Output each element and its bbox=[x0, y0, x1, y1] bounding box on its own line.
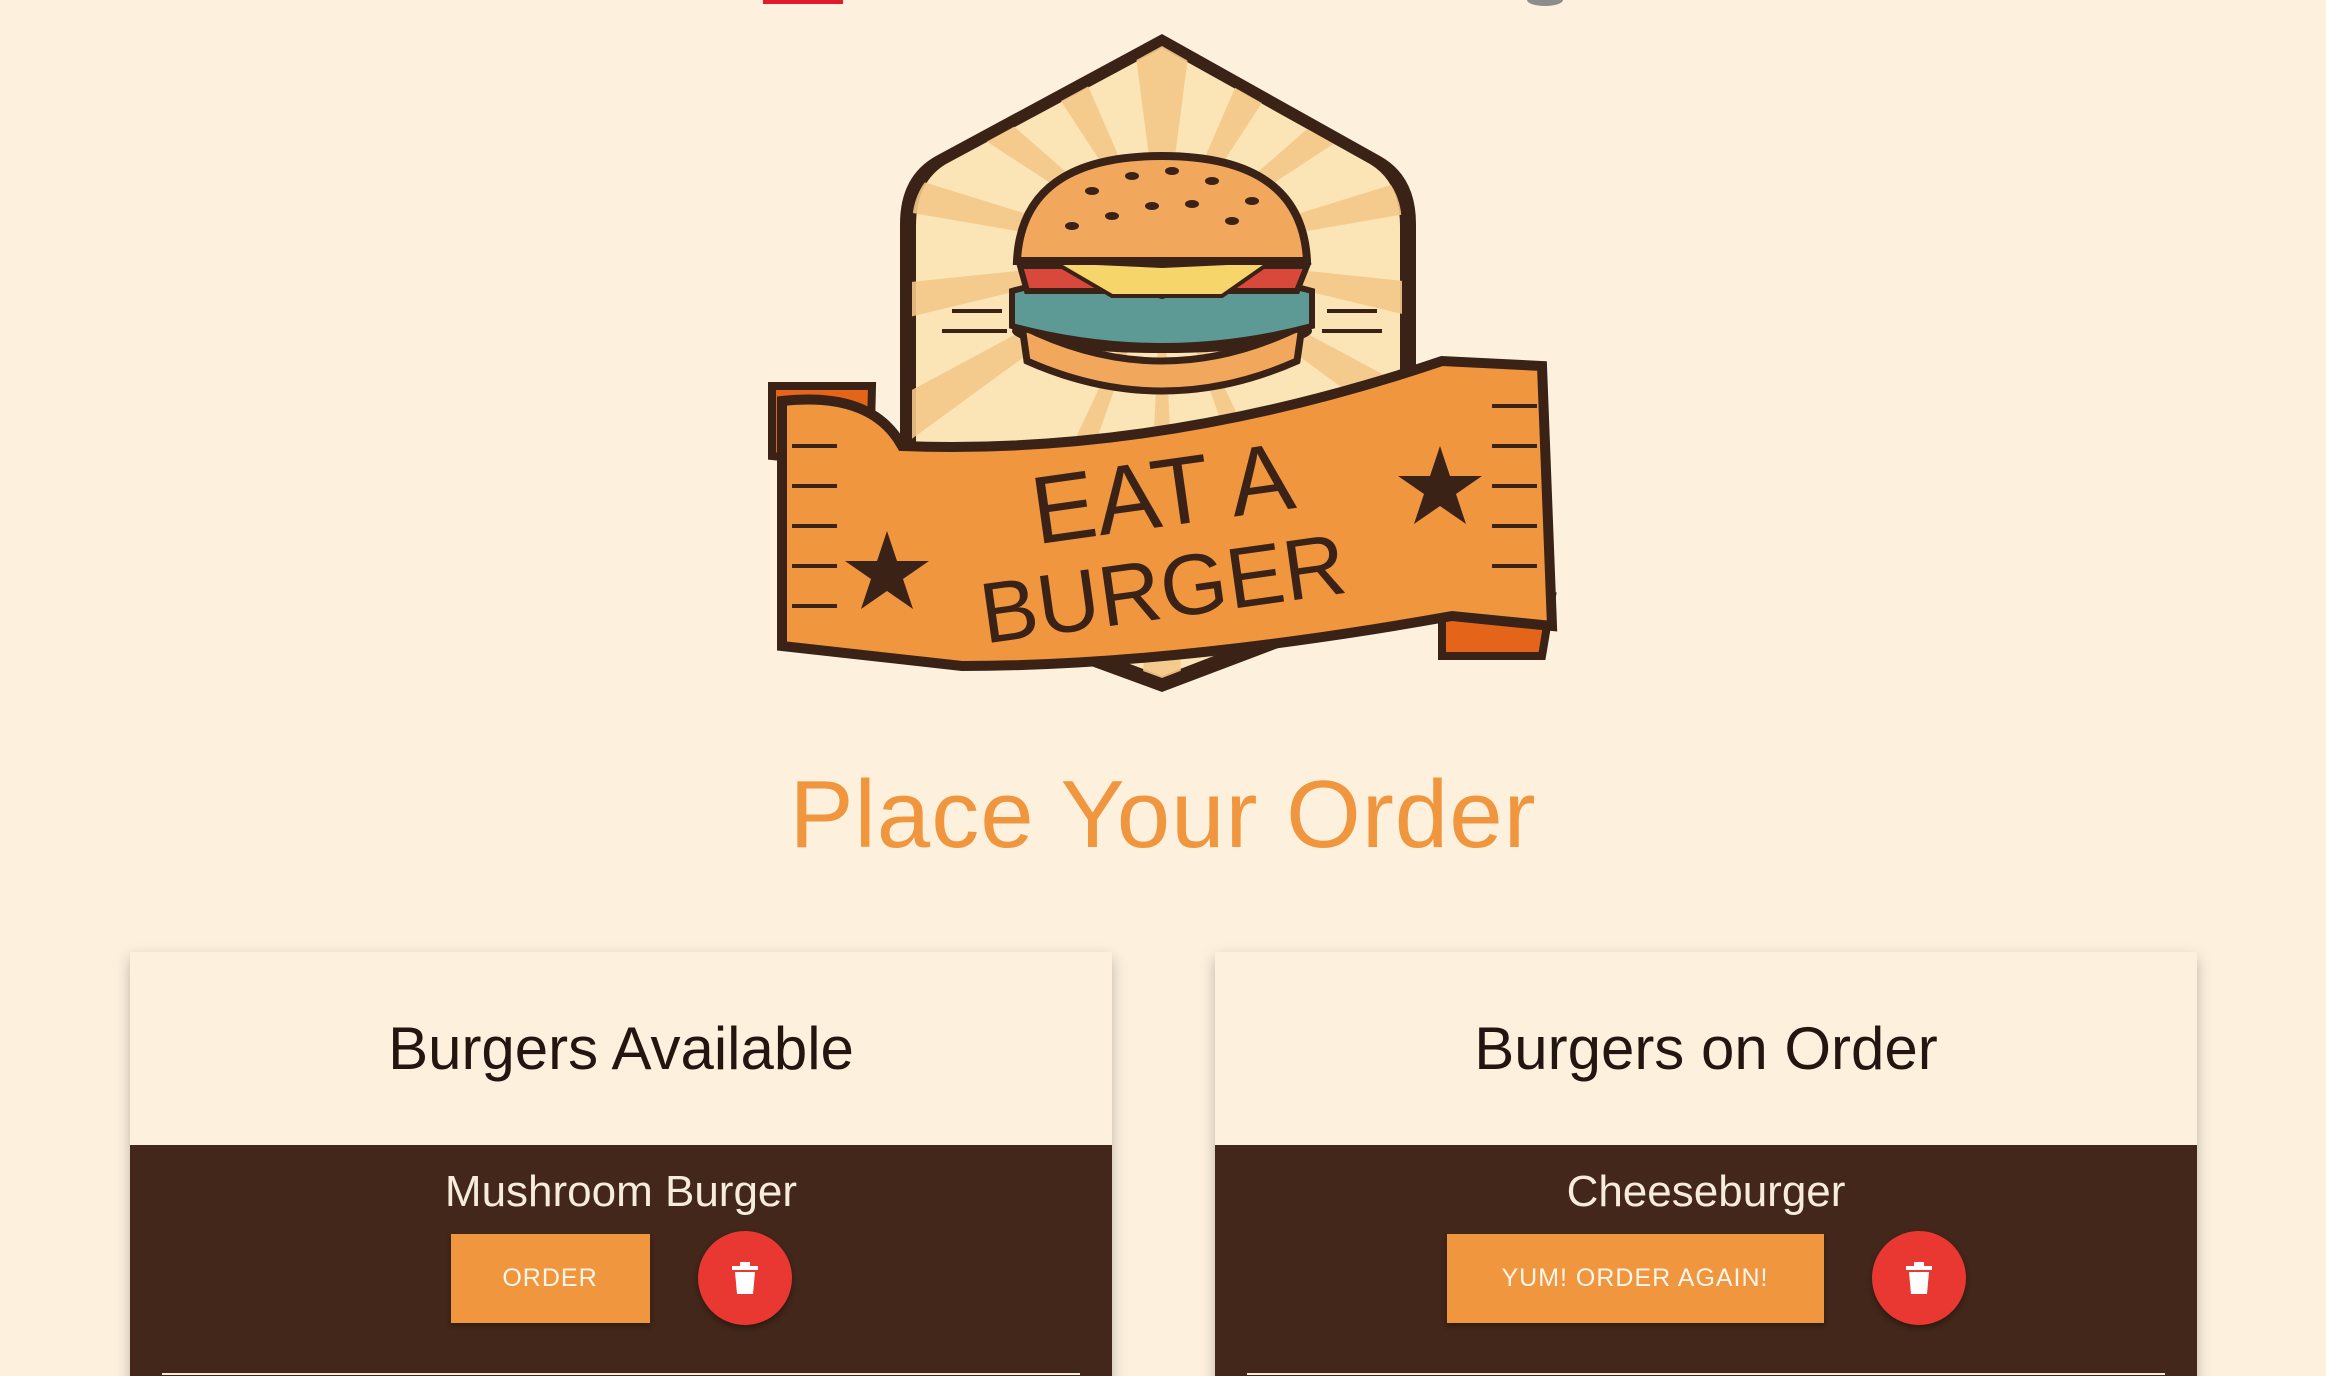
eat-a-burger-logo: EAT A BURGER bbox=[752, 26, 1572, 696]
order-button[interactable]: ORDER bbox=[450, 1233, 650, 1323]
delete-button[interactable] bbox=[697, 1231, 792, 1325]
trash-icon bbox=[1905, 1262, 1932, 1294]
on-order-item-name: Cheeseburger bbox=[1566, 1167, 1846, 1216]
page: EAT A BURGER Place Your Order Burgers Av… bbox=[0, 0, 2326, 1376]
available-item-name: Mushroom Burger bbox=[444, 1167, 798, 1216]
order-again-button[interactable]: YUM! ORDER AGAIN! bbox=[1446, 1233, 1824, 1323]
trash-icon bbox=[731, 1262, 758, 1294]
burgers-on-order-panel: Burgers on Order Cheeseburger YUM! ORDER… bbox=[1215, 952, 2197, 1376]
burgers-available-panel: Burgers Available Mushroom Burger ORDER bbox=[130, 952, 1112, 1376]
top-partial-mark bbox=[763, 0, 843, 4]
available-item-actions: ORDER bbox=[130, 1231, 1112, 1325]
page-title: Place Your Order bbox=[789, 761, 1537, 868]
delete-button[interactable] bbox=[1871, 1231, 1966, 1325]
item-divider bbox=[1247, 1373, 2165, 1375]
item-divider bbox=[162, 1373, 1080, 1375]
burgers-available-title: Burgers Available bbox=[130, 952, 1112, 1145]
on-order-item-actions: YUM! ORDER AGAIN! bbox=[1215, 1231, 2197, 1325]
burgers-on-order-title: Burgers on Order bbox=[1215, 952, 2197, 1145]
top-partial-circle bbox=[1527, 0, 1563, 6]
